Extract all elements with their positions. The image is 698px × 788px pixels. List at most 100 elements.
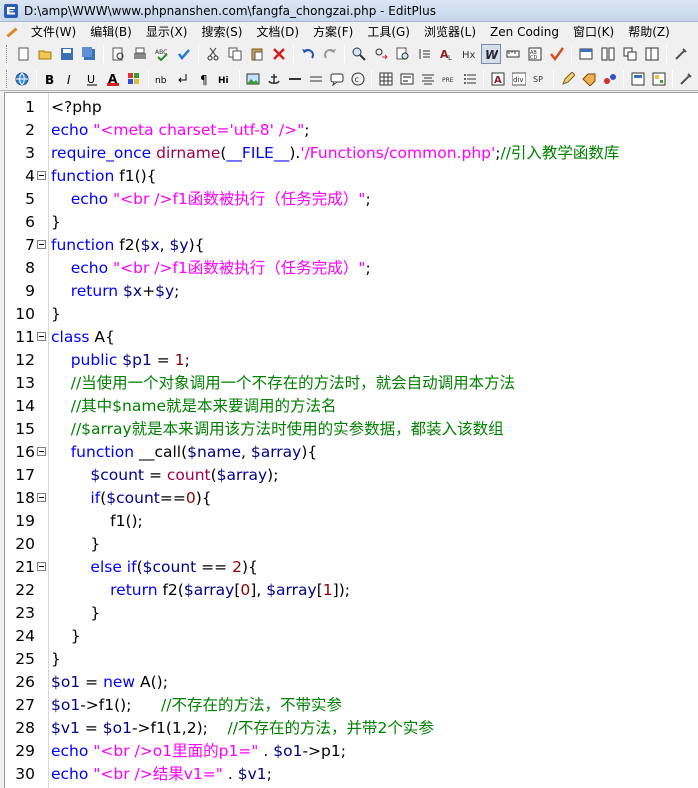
script-button[interactable] — [600, 69, 619, 89]
code-line[interactable]: 10} — [5, 303, 698, 326]
code-line[interactable]: 22 return f2($array[0], $array[1]); — [5, 579, 698, 602]
code-editor[interactable]: 1 <?php 2 echo "<meta charset='utf-8' />"; 3… — [4, 92, 698, 788]
code-line[interactable]: 13 //当使用一个对象调用一个不存在的方法时，就会自动调用本方法 — [5, 372, 698, 395]
code-line[interactable]: 5 echo "<br />f1函数被执行（任务完成）"; — [5, 188, 698, 211]
hr-button[interactable] — [286, 69, 305, 89]
spell-check-button[interactable]: ABC — [152, 44, 172, 64]
menu-item[interactable]: 文件(W) — [24, 22, 83, 42]
code-line[interactable]: 16 function __call($name, $array){ — [5, 441, 698, 464]
menu-item[interactable]: Zen Coding — [483, 22, 566, 42]
table-button[interactable] — [306, 69, 325, 89]
replace-button[interactable] — [371, 44, 391, 64]
highlight-button[interactable] — [125, 69, 144, 89]
div-button[interactable]: div — [509, 69, 528, 89]
code-line[interactable]: 12 public $p1 = 1; — [5, 349, 698, 372]
heading-button[interactable]: Hi — [216, 69, 235, 89]
code-line[interactable]: 15 //$array就是本来调用该方法时使用的实参数据，都装入该数组 — [5, 418, 698, 441]
code-line[interactable]: 30 echo "<br />结果v1=" . $v1; — [5, 763, 698, 786]
view-button[interactable] — [628, 69, 647, 89]
code-line[interactable]: 26 $o1 = new A(); — [5, 671, 698, 694]
font-button[interactable]: AL — [437, 44, 457, 64]
underline-button[interactable]: U — [83, 69, 102, 89]
fold-toggle-icon[interactable] — [37, 493, 46, 502]
anchor-button[interactable] — [265, 69, 284, 89]
fold-toggle-icon[interactable] — [37, 332, 46, 341]
paste-button[interactable] — [247, 44, 267, 64]
edit-button[interactable] — [558, 69, 577, 89]
table-insert-button[interactable] — [376, 69, 395, 89]
tag-button[interactable] — [579, 69, 598, 89]
fold-toggle-icon[interactable] — [37, 562, 46, 571]
code-line[interactable]: 4 function f1(){ — [5, 165, 698, 188]
code-line[interactable]: 21 else if($count == 2){ — [5, 556, 698, 579]
toolbar-grip[interactable] — [6, 45, 9, 63]
print-preview-button[interactable] — [108, 44, 128, 64]
grid-button[interactable] — [649, 69, 668, 89]
line-break-button[interactable] — [174, 69, 193, 89]
italic-button[interactable]: I — [62, 69, 81, 89]
check-mark-button[interactable] — [547, 44, 567, 64]
image-button[interactable] — [244, 69, 263, 89]
comment-button[interactable] — [327, 69, 346, 89]
save-all-button[interactable] — [79, 44, 99, 64]
code-line[interactable]: 9 return $x+$y; — [5, 280, 698, 303]
menu-item[interactable]: 浏览器(L) — [417, 22, 483, 42]
menu-item[interactable]: 方案(F) — [306, 22, 360, 42]
center-button[interactable] — [418, 69, 437, 89]
menu-item[interactable]: 搜索(S) — [194, 22, 249, 42]
copy-button[interactable] — [225, 44, 245, 64]
save-button[interactable] — [57, 44, 77, 64]
span-button[interactable]: SP — [530, 69, 549, 89]
line-number-button[interactable]: AB CD — [525, 44, 545, 64]
ruler-button[interactable] — [503, 44, 523, 64]
code-line[interactable]: 24 } — [5, 625, 698, 648]
code-line[interactable]: 23 } — [5, 602, 698, 625]
code-line[interactable]: 11 class A{ — [5, 326, 698, 349]
code-line[interactable]: 7 function f2($x, $y){ — [5, 234, 698, 257]
fold-toggle-icon[interactable] — [37, 447, 46, 456]
code-line[interactable]: 25} — [5, 648, 698, 671]
font-color-button[interactable]: A — [104, 69, 123, 89]
cut-button[interactable] — [203, 44, 223, 64]
menu-item[interactable]: 文档(D) — [249, 22, 306, 42]
menu-item[interactable]: 窗口(K) — [566, 22, 621, 42]
menu-item[interactable]: 显示(X) — [139, 22, 195, 42]
menu-item[interactable]: 工具(G) — [360, 22, 417, 42]
pre-button[interactable]: PRE — [439, 69, 458, 89]
nbsp-button[interactable]: nb — [153, 69, 172, 89]
code-line[interactable]: 18 if($count==0){ — [5, 487, 698, 510]
insert-button[interactable] — [415, 44, 435, 64]
check-button[interactable] — [174, 44, 194, 64]
code-line[interactable]: 29 echo "<br />o1里面的p1=" . $o1->p1; — [5, 740, 698, 763]
code-line[interactable]: 1 <?php — [5, 96, 698, 119]
new-file-button[interactable] — [13, 44, 33, 64]
find-button[interactable] — [349, 44, 369, 64]
code-line[interactable]: 27 $o1->f1(); //不存在的方法，不带实参 — [5, 694, 698, 717]
code-line[interactable]: 8 echo "<br />f1函数被执行（任务完成）"; — [5, 257, 698, 280]
code-line[interactable]: 3 require_once dirname(__FILE__).'/Functi… — [5, 142, 698, 165]
code-line[interactable]: 28 $v1 = $o1->f1(1,2); //不存在的方法，并带2个实参 — [5, 717, 698, 740]
code-line[interactable]: 14 //其中$name就是本来要调用的方法名 — [5, 395, 698, 418]
code-line[interactable]: 20 } — [5, 533, 698, 556]
config-button[interactable] — [671, 44, 691, 64]
redo-button[interactable] — [320, 44, 340, 64]
tile-button[interactable] — [598, 44, 618, 64]
undo-button[interactable] — [298, 44, 318, 64]
copyright-button[interactable]: c — [348, 69, 367, 89]
window-button[interactable] — [576, 44, 596, 64]
font-a-button[interactable]: A — [488, 69, 507, 89]
print-button[interactable] — [130, 44, 150, 64]
open-folder-button[interactable] — [35, 44, 55, 64]
cascade-button[interactable] — [620, 44, 640, 64]
find-in-files-button[interactable] — [393, 44, 413, 64]
fold-toggle-icon[interactable] — [37, 171, 46, 180]
toolbar-grip[interactable] — [6, 69, 9, 88]
config-button[interactable] — [677, 69, 696, 89]
code-line[interactable]: 2 echo "<meta charset='utf-8' />"; — [5, 119, 698, 142]
browser-button[interactable] — [13, 69, 32, 89]
file-window-button[interactable] — [642, 44, 662, 64]
menu-item[interactable]: 帮助(Z) — [621, 22, 677, 42]
menu-item[interactable]: 编辑(B) — [83, 22, 139, 42]
form-button[interactable] — [397, 69, 416, 89]
bold-button[interactable]: B — [41, 69, 60, 89]
